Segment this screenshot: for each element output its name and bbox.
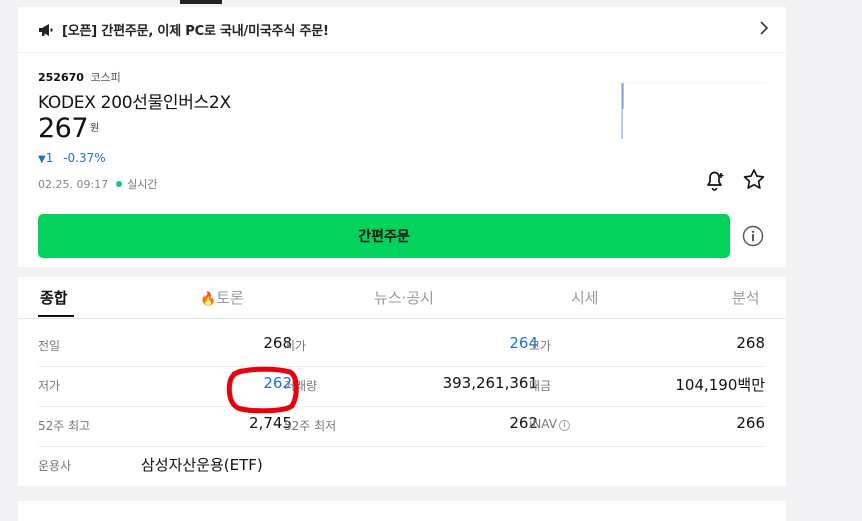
live-dot-icon	[115, 181, 122, 187]
intraday-mini-chart	[621, 82, 766, 139]
chevron-right-icon[interactable]	[756, 20, 772, 36]
down-arrow-icon: ▼	[38, 154, 46, 165]
order-section: 간편주문	[18, 205, 786, 267]
table-row: 전일 268 시가 264 고가 268	[38, 326, 766, 367]
table-row: 운용사 삼성자산운용(ETF)	[38, 446, 766, 486]
change-percent: -0.37%	[63, 151, 106, 165]
fire-icon: 🔥	[200, 292, 217, 307]
detail-section: 종합 🔥토론 뉴스·공시 시세 분석 전일 268 시가 264 고가 268 …	[18, 277, 786, 486]
tab-discussion-label: 토론	[216, 289, 244, 307]
trade-amount-label: 대금	[529, 379, 552, 393]
tab-discussion[interactable]: 🔥토론	[200, 287, 244, 308]
inav-label-group: iNAV i	[529, 417, 570, 431]
price-row: 267 원	[38, 113, 99, 144]
open-label: 시가	[284, 339, 307, 353]
current-price: 267	[38, 113, 89, 144]
trade-amount-value: 104,190백만	[675, 376, 765, 394]
price-unit: 원	[90, 123, 100, 134]
manager-value: 삼성자산운용(ETF)	[141, 456, 263, 474]
tab-summary[interactable]: 종합	[40, 287, 68, 308]
tab-price[interactable]: 시세	[571, 287, 599, 308]
volume-label: 거래량	[284, 379, 318, 393]
inav-label: iNAV	[529, 417, 557, 431]
high-label: 고가	[529, 339, 552, 353]
notice-text: [오픈] 간편주문, 이제 PC로 국내/미국주식 주문!	[62, 24, 329, 39]
stock-name: KODEX 200선물인버스2X	[38, 93, 231, 113]
update-time: 02.25. 09:17	[38, 178, 109, 191]
volume-value: 393,261,361	[442, 374, 538, 392]
week52-low-label: 52주 최저	[284, 419, 337, 433]
live-label: 실시간	[127, 178, 158, 191]
top-tab-indicator	[180, 0, 222, 4]
low-label: 저가	[38, 379, 61, 393]
detail-tabs: 종합 🔥토론 뉴스·공시 시세 분석	[18, 277, 786, 319]
high-value: 268	[736, 334, 765, 352]
next-section-card	[18, 501, 786, 521]
notice-banner[interactable]: [오픈] 간편주문, 이제 PC로 국내/미국주식 주문!	[18, 7, 786, 52]
tab-news[interactable]: 뉴스·공시	[374, 287, 434, 308]
inav-value: 266	[736, 414, 765, 432]
stock-market: 코스피	[90, 71, 121, 84]
inav-info-icon[interactable]: i	[558, 420, 570, 431]
manager-label: 운용사	[38, 459, 72, 473]
price-change: ▼1 -0.37%	[38, 151, 106, 165]
quick-order-button[interactable]: 간편주문	[38, 214, 730, 258]
tab-analysis[interactable]: 분석	[732, 287, 760, 308]
active-tab-underline	[38, 315, 74, 317]
stock-info-card: 252670 코스피 KODEX 200선물인버스2X 267 원 ▼1 -0.3…	[18, 53, 786, 205]
star-favorite-icon[interactable]	[741, 167, 767, 193]
stock-code-row: 252670 코스피	[38, 69, 121, 85]
update-time-row: 02.25. 09:17 실시간	[38, 176, 158, 192]
change-value: 1	[45, 151, 54, 165]
table-row: 저가 262 거래량 393,261,361 대금 104,190백만	[38, 366, 766, 407]
prev-close-label: 전일	[38, 339, 61, 353]
info-icon[interactable]	[742, 225, 764, 247]
megaphone-icon	[39, 23, 53, 36]
week52-high-label: 52주 최고	[38, 419, 91, 433]
stock-code: 252670	[38, 71, 84, 84]
bell-plus-icon[interactable]	[702, 167, 728, 193]
table-row: 52주 최고 2,745 52주 최저 262 iNAV i 266	[38, 406, 766, 447]
